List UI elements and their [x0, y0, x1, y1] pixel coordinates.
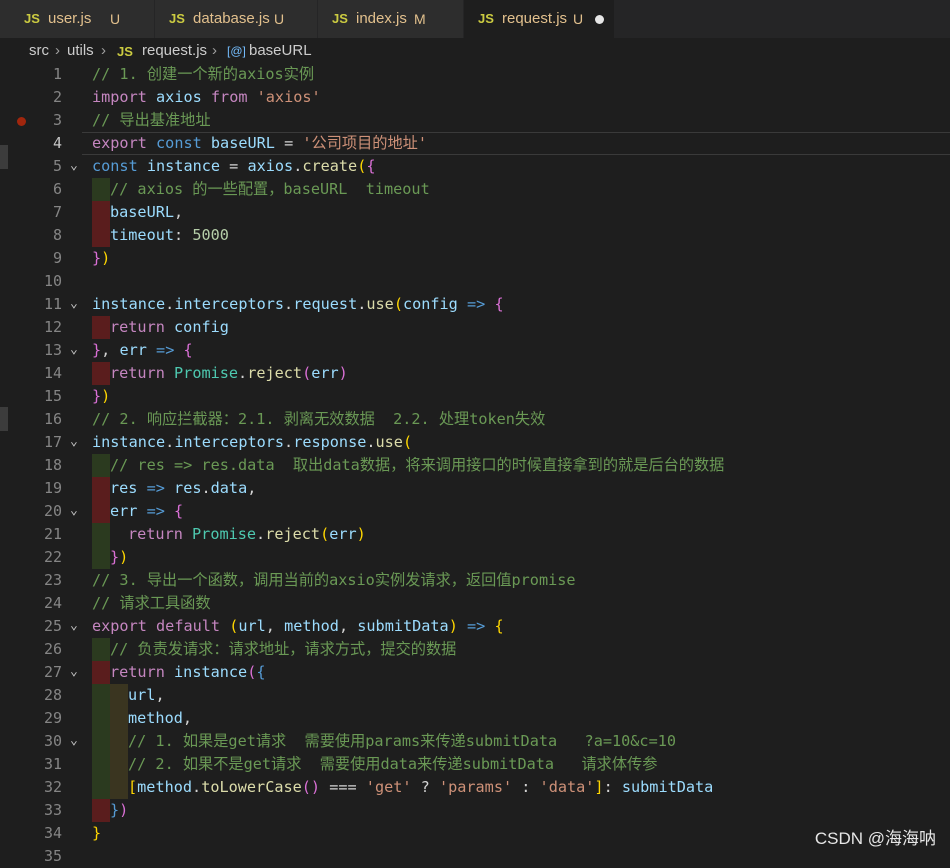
tab-user-js[interactable]: JS user.js U — [0, 0, 155, 38]
code-line: 1 // 1. 创建一个新的axios实例 — [0, 63, 950, 86]
tab-status: M — [414, 11, 426, 27]
code-line: 25 ⌄ export default (url, method, submitD… — [43, 617, 504, 635]
code-line: 7 baseURL, — [0, 201, 950, 224]
code-line: 9 }) — [52, 249, 111, 267]
chevron-down-icon[interactable]: ⌄ — [70, 619, 78, 633]
code-line: 14 return Promise.reject(err) — [0, 362, 950, 385]
js-file-icon: JS — [478, 11, 494, 26]
js-file-icon: JS — [169, 11, 185, 26]
code-line: 13 ⌄ }, err => { — [43, 341, 193, 359]
code-comment: // axios 的一些配置，baseURL timeout — [110, 180, 430, 198]
chevron-down-icon[interactable]: ⌄ — [70, 343, 78, 357]
code-line: 34 } — [43, 824, 102, 842]
js-file-icon: JS — [332, 11, 348, 26]
chevron-down-icon[interactable]: ⌄ — [70, 504, 78, 518]
code-line: 8 timeout: 5000 — [0, 224, 950, 247]
code-line-current: 4 export const baseURL = '公司项目的地址' — [0, 132, 950, 155]
code-line: 28 url, — [0, 684, 950, 707]
code-line: 23 // 3. 导出一个函数，调用当前的axsio实例发请求，返回值promi… — [0, 569, 950, 592]
code-line: 22 }) — [0, 546, 950, 569]
tab-request-js[interactable]: JS request.js U — [464, 0, 615, 38]
code-line: 10 — [43, 272, 62, 290]
code-line: 33 }) — [0, 799, 950, 822]
tab-status: U — [573, 11, 584, 27]
code-line: 30 ⌄ // 1. 如果是get请求 需要使用params来传递submitDa… — [0, 730, 950, 753]
code-comment: // 1. 如果是get请求 需要使用params来传递submitData ?… — [128, 732, 676, 750]
tab-label: request.js — [502, 10, 568, 27]
breadcrumb: src › utils › JS request.js › [@] baseUR… — [0, 38, 950, 64]
code-line: 20 ⌄ err => { — [0, 500, 950, 523]
tab-label: user.js — [48, 10, 92, 27]
code-comment: // 3. 导出一个函数，调用当前的axsio实例发请求，返回值promise — [92, 571, 576, 589]
code-comment: // 2. 响应拦截器：2.1. 剥离无效数据 2.2. 处理token失效 — [92, 410, 546, 428]
code-comment: // 2. 如果不是get请求 需要使用data来传递submitData 请求… — [128, 755, 658, 773]
code-comment: // 导出基准地址 — [92, 111, 211, 129]
code-line: 27 ⌄ return instance({ — [0, 661, 950, 684]
chevron-down-icon[interactable]: ⌄ — [70, 665, 78, 679]
breadcrumb-src[interactable]: src — [29, 42, 49, 59]
code-comment: // 请求工具函数 — [92, 594, 211, 612]
chevron-right-icon: › — [212, 42, 217, 59]
code-line: 2 import axios from 'axios' — [52, 88, 321, 106]
code-comment: // 1. 创建一个新的axios实例 — [92, 65, 315, 83]
code-line: 6 // axios 的一些配置，baseURL timeout — [0, 178, 950, 201]
code-line: 15 }) — [43, 387, 111, 405]
code-line: 29 method, — [0, 707, 950, 730]
code-comment: // res => res.data 取出data数据，将来调用接口的时候直接拿… — [110, 456, 725, 474]
code-line: 31 // 2. 如果不是get请求 需要使用data来传递submitData… — [0, 753, 950, 776]
js-file-icon: JS — [117, 44, 133, 59]
code-line: 19 res => res.data, — [0, 477, 950, 500]
code-line: 5 ⌄ const instance = axios.create({ — [52, 157, 376, 175]
tab-bar: JS user.js U JS database.js U JS index.j… — [0, 0, 950, 38]
chevron-right-icon: › — [101, 42, 106, 59]
code-comment: // 负责发请求：请求地址，请求方式，提交的数据 — [110, 640, 457, 658]
chevron-right-icon: › — [55, 42, 60, 59]
breadcrumb-baseurl[interactable]: baseURL — [249, 42, 312, 59]
tab-label: database.js — [193, 10, 270, 27]
js-file-icon: JS — [24, 11, 40, 26]
variable-icon: [@] — [227, 44, 246, 58]
code-line: 26 // 负责发请求：请求地址，请求方式，提交的数据 — [0, 638, 950, 661]
code-line: 32 [method.toLowerCase() === 'get' ? 'pa… — [0, 776, 950, 799]
code-line: 21 return Promise.reject(err) — [0, 523, 950, 546]
code-line: 17 ⌄ instance.interceptors.response.use( — [43, 433, 413, 451]
code-line: 3 // 导出基准地址 — [0, 109, 950, 132]
watermark: CSDN @海海呐 — [814, 829, 936, 848]
chevron-down-icon[interactable]: ⌄ — [70, 734, 78, 748]
chevron-down-icon[interactable]: ⌄ — [70, 435, 78, 449]
unsaved-dot-icon[interactable] — [595, 15, 604, 24]
code-line: 18 // res => res.data 取出data数据，将来调用接口的时候… — [0, 454, 950, 477]
breadcrumb-request-js[interactable]: request.js — [142, 42, 207, 59]
code-editor[interactable]: 1 // 1. 创建一个新的axios实例 2 import axios fro… — [0, 63, 950, 865]
code-line: 12 return config — [0, 316, 950, 339]
code-line: 11 ⌄ instance.interceptors.request.use(co… — [43, 295, 504, 313]
chevron-down-icon[interactable]: ⌄ — [70, 297, 78, 311]
code-line: 16 // 2. 响应拦截器：2.1. 剥离无效数据 2.2. 处理token失… — [0, 408, 950, 431]
breadcrumb-utils[interactable]: utils — [67, 42, 94, 59]
tab-label: index.js — [356, 10, 407, 27]
code-line: 24 // 请求工具函数 — [0, 592, 950, 615]
tab-database-js[interactable]: JS database.js U — [155, 0, 318, 38]
tab-status: U — [274, 11, 285, 27]
tab-status: U — [110, 11, 121, 27]
tab-index-js[interactable]: JS index.js M — [318, 0, 464, 38]
chevron-down-icon[interactable]: ⌄ — [70, 159, 78, 173]
